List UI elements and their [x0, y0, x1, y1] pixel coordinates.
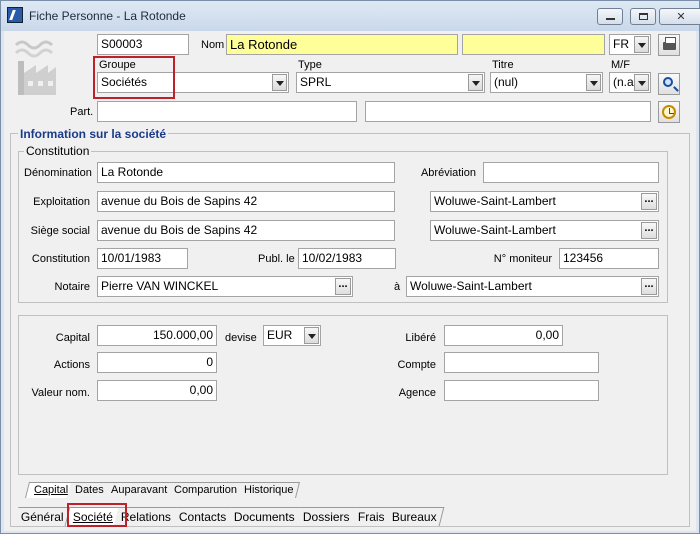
notaire-commune-value: Woluwe-Saint-Lambert — [410, 279, 532, 293]
constitution-date-field[interactable]: 10/01/1983 — [97, 248, 188, 269]
chevron-down-icon[interactable] — [468, 74, 483, 91]
abreviation-field[interactable] — [483, 162, 659, 183]
devise-value: EUR — [267, 328, 293, 342]
exploitation-commune-field[interactable]: Woluwe-Saint-Lambert ... — [430, 191, 659, 212]
part-label: Part. — [70, 106, 94, 118]
print-button[interactable] — [658, 34, 680, 56]
close-icon: ✕ — [676, 11, 686, 23]
titre-select[interactable]: (nul) — [490, 72, 603, 93]
tab-documents[interactable]: Documents — [226, 507, 303, 526]
compte-label: Compte — [397, 359, 436, 371]
close-button[interactable]: ✕ — [659, 8, 700, 25]
nom-label: Nom — [201, 39, 225, 51]
titre-value: (nul) — [494, 75, 519, 89]
publ-date-field[interactable]: 10/02/1983 — [298, 248, 396, 269]
siege-commune-value: Woluwe-Saint-Lambert — [434, 223, 556, 237]
valeur-label: Valeur nom. — [31, 387, 91, 399]
agence-field[interactable] — [444, 380, 599, 401]
publ-label: Publ. le — [258, 253, 295, 265]
siege-commune-field[interactable]: Woluwe-Saint-Lambert ... — [430, 220, 659, 241]
lookup-button[interactable]: ... — [335, 278, 351, 295]
nom-extra-field[interactable] — [462, 34, 605, 55]
language-value: FR — [613, 37, 629, 51]
tab-historique[interactable]: Historique — [236, 482, 300, 498]
moniteur-field[interactable]: 123456 — [559, 248, 659, 269]
type-label: Type — [298, 59, 322, 71]
minimize-button[interactable] — [597, 8, 623, 25]
part-field[interactable] — [97, 101, 357, 122]
tab-general[interactable]: Général — [13, 507, 72, 526]
siege-label: Siège social — [30, 225, 90, 237]
nom-field[interactable]: La Rotonde — [226, 34, 458, 55]
siege-field[interactable]: avenue du Bois de Sapins 42 — [97, 220, 395, 241]
maximize-button[interactable] — [630, 8, 656, 25]
window-title: Fiche Personne - La Rotonde — [29, 9, 186, 23]
constitution-group-title: Constitution — [24, 144, 92, 158]
search-icon — [663, 77, 673, 87]
history-button[interactable] — [658, 101, 680, 123]
highlight-groupe — [93, 56, 175, 99]
tab-auparavant[interactable]: Auparavant — [103, 482, 174, 498]
chevron-down-icon[interactable] — [304, 327, 319, 344]
form-content: S00003 Nom La Rotonde FR Groupe Type Tit… — [4, 31, 696, 531]
chevron-down-icon[interactable] — [634, 74, 649, 91]
minimize-icon — [605, 18, 615, 20]
tab-dossiers[interactable]: Dossiers — [295, 507, 357, 526]
notaire-commune-field[interactable]: Woluwe-Saint-Lambert ... — [406, 276, 659, 297]
person-record-window: Fiche Personne - La Rotonde ✕ S00003 Nom… — [0, 0, 700, 534]
denomination-label: Dénomination — [24, 167, 92, 179]
clock-icon — [662, 105, 676, 119]
chevron-down-icon[interactable] — [272, 74, 287, 91]
libere-label: Libéré — [405, 332, 436, 344]
devise-label: devise — [225, 332, 257, 344]
code-field[interactable]: S00003 — [97, 34, 189, 55]
tab-comparution[interactable]: Comparution — [166, 482, 244, 498]
lookup-button[interactable]: ... — [641, 278, 657, 295]
lookup-button[interactable]: ... — [641, 193, 657, 210]
chevron-down-icon[interactable] — [586, 74, 601, 91]
compte-field[interactable] — [444, 352, 599, 373]
capital-label: Capital — [55, 332, 90, 344]
capital-field[interactable]: 150.000,00 — [97, 325, 217, 346]
notaire-value: Pierre VAN WINCKEL — [101, 279, 219, 293]
type-select[interactable]: SPRL — [296, 72, 485, 93]
tab-contacts[interactable]: Contacts — [171, 507, 234, 526]
factory-icon — [14, 40, 56, 95]
highlight-societe-tab — [67, 503, 127, 527]
titre-label: Titre — [492, 59, 514, 71]
mf-value: (n.a — [613, 75, 634, 89]
valeur-field[interactable]: 0,00 — [97, 380, 217, 401]
maximize-icon — [638, 13, 648, 20]
notaire-field[interactable]: Pierre VAN WINCKEL ... — [97, 276, 353, 297]
inner-tab-bar: Capital Dates Auparavant Comparution His… — [25, 480, 300, 498]
company-info-title: Information sur la société — [18, 127, 169, 141]
app-icon — [7, 7, 23, 23]
printer-icon — [663, 37, 676, 50]
abreviation-label: Abréviation — [420, 167, 476, 179]
chevron-down-icon[interactable] — [634, 36, 649, 53]
actions-label: Actions — [53, 359, 90, 371]
notaire-label: Notaire — [54, 281, 90, 293]
a-label: à — [394, 281, 401, 293]
devise-select[interactable]: EUR — [263, 325, 321, 346]
part-field-2[interactable] — [365, 101, 651, 122]
moniteur-label: N° moniteur — [493, 253, 552, 265]
denomination-field[interactable]: La Rotonde — [97, 162, 395, 183]
exploitation-field[interactable]: avenue du Bois de Sapins 42 — [97, 191, 395, 212]
exploitation-label: Exploitation — [33, 196, 90, 208]
constitution-label: Constitution — [31, 253, 90, 265]
actions-field[interactable]: 0 — [97, 352, 217, 373]
exploitation-commune-value: Woluwe-Saint-Lambert — [434, 194, 556, 208]
title-bar: Fiche Personne - La Rotonde ✕ — [1, 1, 700, 31]
mf-label: M/F — [611, 59, 630, 71]
tab-bureaux[interactable]: Bureaux — [384, 507, 445, 526]
mf-select[interactable]: (n.a — [609, 72, 651, 93]
language-select[interactable]: FR — [609, 34, 651, 55]
lookup-button[interactable]: ... — [641, 222, 657, 239]
search-button[interactable] — [658, 73, 680, 95]
agence-label: Agence — [398, 387, 436, 399]
type-value: SPRL — [300, 75, 332, 89]
libere-field[interactable]: 0,00 — [444, 325, 563, 346]
